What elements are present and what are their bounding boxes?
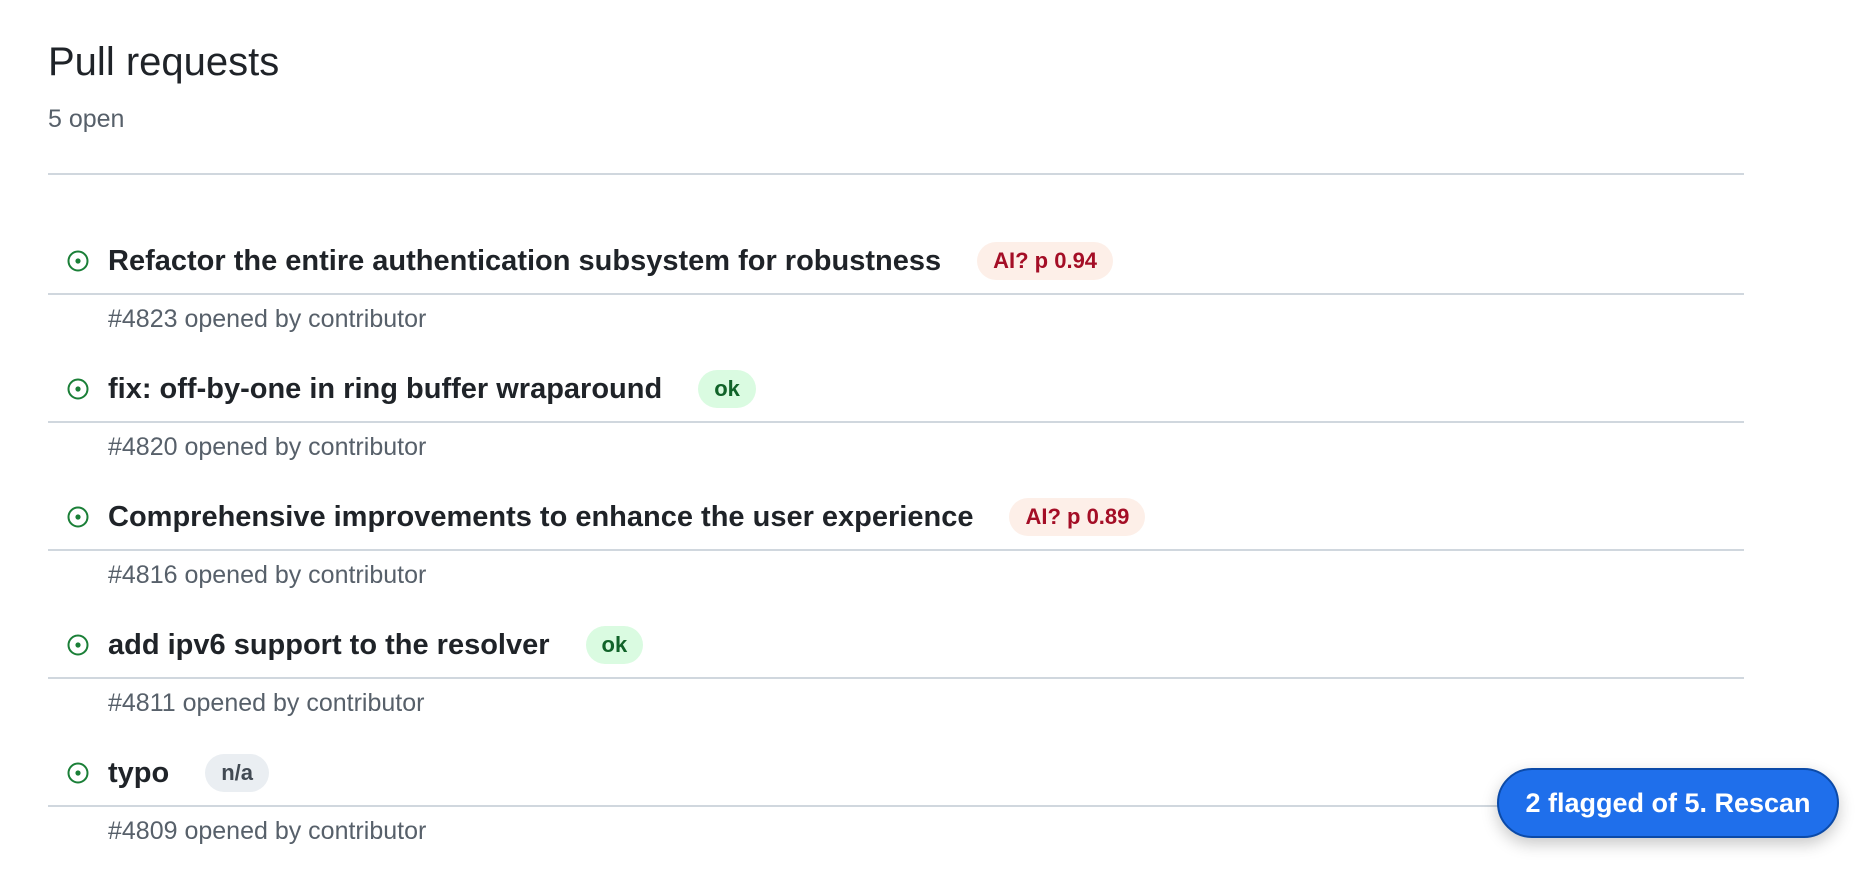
pr-open-icon: [64, 375, 92, 403]
pr-open-icon: [64, 503, 92, 531]
pr-title-link[interactable]: Refactor the entire authentication subsy…: [108, 245, 941, 278]
pr-meta: #4820 opened by contributor: [108, 433, 427, 461]
pr-meta: #4816 opened by contributor: [108, 561, 427, 589]
pr-row[interactable]: Comprehensive improvements to enhance th…: [48, 485, 1744, 613]
pr-row[interactable]: add ipv6 support to the resolver ok #481…: [48, 613, 1744, 741]
ai-flag-badge: AI? p 0.94: [977, 242, 1114, 280]
pr-meta: #4811 opened by contributor: [108, 689, 425, 717]
pr-title-link[interactable]: fix: off-by-one in ring buffer wraparoun…: [108, 373, 662, 406]
pr-row-main: Comprehensive improvements to enhance th…: [48, 485, 1744, 551]
header-divider: [48, 173, 1744, 175]
pr-open-icon: [64, 631, 92, 659]
ok-badge: ok: [585, 626, 644, 664]
pr-title-link[interactable]: add ipv6 support to the resolver: [108, 629, 550, 662]
pr-row-main: Refactor the entire authentication subsy…: [48, 229, 1744, 295]
pr-meta: #4809 opened by contributor: [108, 817, 427, 845]
page-title: Pull requests: [48, 40, 280, 84]
pr-row[interactable]: fix: off-by-one in ring buffer wraparoun…: [48, 357, 1744, 485]
na-badge: n/a: [205, 754, 270, 792]
pr-row-main: fix: off-by-one in ring buffer wraparoun…: [48, 357, 1744, 423]
pr-title-link[interactable]: typo: [108, 757, 169, 790]
pr-row-main: typo n/a: [48, 741, 1744, 807]
open-count: 5 open: [48, 105, 125, 133]
pr-meta: #4823 opened by contributor: [108, 305, 427, 333]
pr-open-icon: [64, 759, 92, 787]
page-header: Pull requests 5 open: [48, 38, 1744, 134]
ai-flag-badge: AI? p 0.89: [1009, 498, 1146, 536]
pr-title-link[interactable]: Comprehensive improvements to enhance th…: [108, 501, 973, 534]
pr-row[interactable]: Refactor the entire authentication subsy…: [48, 229, 1744, 357]
pr-open-icon: [64, 247, 92, 275]
ok-badge: ok: [698, 370, 756, 408]
rescan-button[interactable]: 2 flagged of 5. Rescan: [1497, 768, 1839, 838]
pr-row-main: add ipv6 support to the resolver ok: [48, 613, 1744, 679]
pr-row[interactable]: typo n/a #4809 opened by contributor: [48, 741, 1744, 869]
pull-requests-page: Pull requests 5 open Refactor the entire…: [0, 0, 1876, 874]
